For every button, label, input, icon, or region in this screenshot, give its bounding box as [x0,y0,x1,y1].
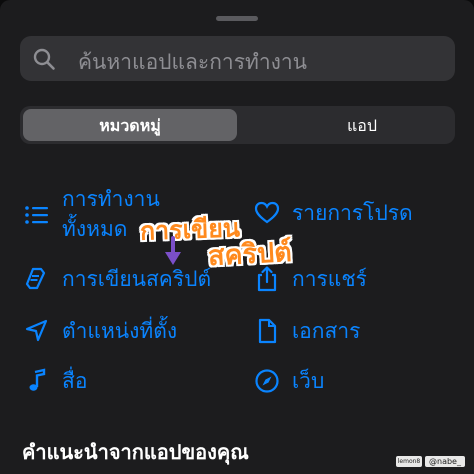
category-web-label: เว็บ [292,369,325,393]
category-sharing-label: การแชร์ [292,267,367,291]
document-icon [258,318,277,344]
sheet-grabber[interactable] [216,16,258,21]
compass-icon [255,369,279,393]
category-all-actions-line1: การทำงาน [62,187,160,211]
segment-apps-label[interactable]: แอป [252,114,472,139]
search-field[interactable]: ค้นหาแอปและการทำงาน [20,36,455,81]
category-favorites-label: รายการโปรด [292,201,413,225]
music-note-icon [29,368,46,391]
location-arrow-icon [25,319,48,342]
watermark-handle: @nabe_ [425,456,465,467]
heart-icon [254,201,280,224]
segment-categories-label[interactable]: หมวดหมู่ [23,114,237,139]
watermark: lemon8 @nabe_ [396,455,465,468]
annotation-arrow-icon [165,236,181,265]
annotation-text-line2: สคริปต์ [207,236,293,273]
recommendations-heading: คำแนะนำจากแอปของคุณ [22,440,249,464]
category-all-actions-line2: ทั้งหมด [62,217,128,241]
watermark-logo: lemon8 [396,456,422,467]
category-media-label: สื่อ [62,369,88,393]
screen: ค้นหาแอปและการทำงาน หมวดหมู่ แอป การทำงา… [0,0,474,474]
list-icon [25,206,48,224]
scripting-icon [25,267,46,290]
segmented-control: หมวดหมู่ แอป [20,106,455,144]
category-location-label: ตำแหน่งที่ตั้ง [62,319,178,343]
search-placeholder: ค้นหาแอปและการทำงาน [78,50,308,74]
category-documents-label: เอกสาร [292,319,361,343]
search-icon [33,48,55,70]
category-scripting-label: การเขียนสคริปต์ [62,267,212,291]
